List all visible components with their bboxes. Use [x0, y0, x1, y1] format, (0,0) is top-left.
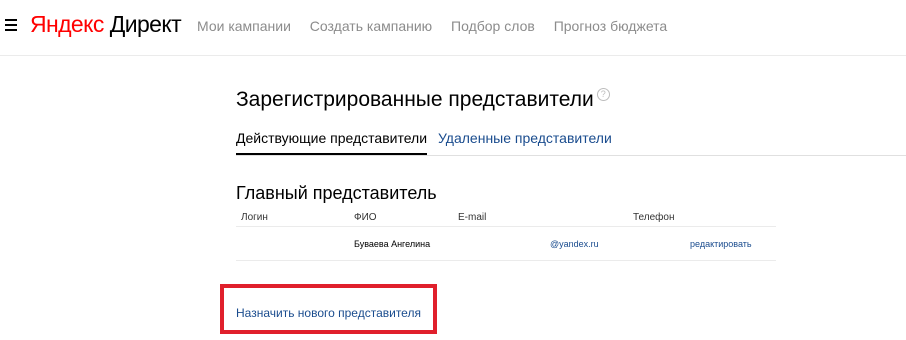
column-email: E-mail: [458, 212, 487, 223]
page-title-text: Зарегистрированные представители: [236, 88, 594, 111]
cell-name: Буваева Ангелина: [354, 239, 431, 249]
representatives-tabs: Действующие представители Удаленные пред…: [236, 128, 906, 156]
menu-icon-line: [5, 24, 17, 26]
column-name: ФИО: [354, 212, 377, 223]
edit-link[interactable]: редактировать: [690, 239, 752, 249]
logo-yandex: Яндекс: [30, 11, 104, 37]
table-row: Буваева Ангелина @yandex.ru редактироват…: [236, 227, 776, 261]
column-phone: Телефон: [633, 212, 675, 223]
nav-word-selection[interactable]: Подбор слов: [451, 18, 535, 34]
nav-create-campaign[interactable]: Создать кампанию: [310, 18, 432, 34]
column-login: Логин: [241, 212, 268, 223]
nav-my-campaigns[interactable]: Мои кампании: [197, 18, 291, 34]
assign-new-representative-link[interactable]: Назначить нового представителя: [236, 305, 421, 321]
nav-budget-forecast[interactable]: Прогноз бюджета: [554, 18, 668, 34]
tab-active-representatives[interactable]: Действующие представители: [236, 128, 428, 155]
tab-deleted-representatives[interactable]: Удаленные представители: [438, 128, 612, 148]
top-nav: Мои кампании Создать кампанию Подбор сло…: [197, 17, 682, 35]
main-representative-table: Логин ФИО E-mail Телефон Буваева Ангелин…: [236, 209, 776, 261]
help-icon[interactable]: ?: [596, 88, 610, 101]
cell-email[interactable]: @yandex.ru: [550, 239, 599, 249]
logo-direct: Директ: [109, 11, 182, 37]
yandex-direct-logo[interactable]: Яндекс Директ: [30, 10, 182, 38]
menu-icon-line: [5, 19, 17, 21]
menu-icon[interactable]: [5, 19, 17, 31]
page-title: Зарегистрированные представители?: [236, 87, 610, 113]
table-header: Логин ФИО E-mail Телефон: [236, 209, 776, 227]
main-representative-heading: Главный представитель: [236, 183, 437, 203]
menu-icon-line: [5, 29, 17, 31]
top-header: Яндекс Директ Мои кампании Создать кампан…: [0, 0, 906, 56]
